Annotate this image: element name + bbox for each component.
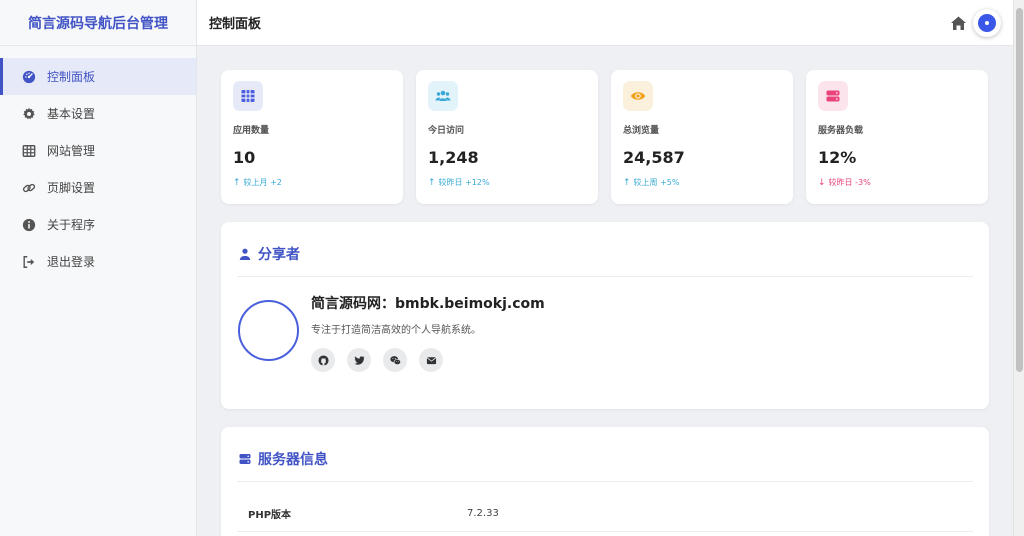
sharer-name[interactable]: 简言源码网：bmbk.beimokj.com: [311, 293, 545, 313]
divider: [237, 481, 973, 482]
sidebar-item-dashboard[interactable]: 控制面板: [0, 58, 196, 95]
info-value: 7.2.33: [467, 507, 499, 519]
arrow-down-icon: ↓: [818, 177, 826, 188]
avatar: [238, 300, 299, 361]
sidebar-item-basic-settings[interactable]: 基本设置: [0, 95, 196, 132]
stat-trend: ↓ 较昨日 -3%: [818, 177, 871, 188]
stat-value: 24,587: [623, 148, 685, 167]
divider: [237, 531, 973, 532]
stat-card-pageviews: 总浏览量 24,587 ↑ 较上周 +5%: [611, 70, 793, 204]
sidebar-item-site-management[interactable]: 网站管理: [0, 132, 196, 169]
server-icon: [239, 454, 251, 464]
arrow-up-icon: ↑: [623, 177, 631, 188]
arrow-up-icon: ↑: [428, 177, 436, 188]
top-header: 控制面板: [197, 0, 1013, 46]
scrollbar-thumb[interactable]: [1016, 8, 1023, 372]
sidebar-item-logout[interactable]: 退出登录: [0, 243, 196, 280]
sidebar-item-footer-settings[interactable]: 页脚设置: [0, 169, 196, 206]
stat-label: 今日访问: [428, 126, 465, 136]
stat-value: 12%: [818, 148, 857, 167]
stat-card-visits: 今日访问 1,248 ↑ 较昨日 +12%: [416, 70, 598, 204]
stat-label: 总浏览量: [623, 126, 660, 136]
page-scrollbar[interactable]: [1013, 0, 1024, 536]
stat-label: 应用数量: [233, 126, 270, 136]
user-icon: [239, 248, 251, 260]
github-icon[interactable]: [311, 348, 335, 372]
sidebar-item-label: 退出登录: [47, 255, 96, 269]
sidebar-item-label: 基本设置: [47, 107, 96, 121]
sidebar-item-label: 页脚设置: [47, 181, 96, 195]
server-icon: [818, 81, 848, 111]
sidebar-item-label: 控制面板: [47, 70, 96, 84]
social-links: [311, 348, 455, 372]
panel-title: 服务器信息: [239, 449, 328, 469]
stat-label: 服务器负载: [818, 126, 864, 136]
email-icon[interactable]: [419, 348, 443, 372]
wechat-icon[interactable]: [383, 348, 407, 372]
stat-card-apps: 应用数量 10 ↑ 较上月 +2: [221, 70, 403, 204]
dashboard-icon: [22, 70, 36, 84]
sharer-description: 专注于打造简洁高效的个人导航系统。: [311, 325, 481, 336]
grid-icon: [233, 81, 263, 111]
stat-value: 10: [233, 148, 256, 167]
sidebar-item-label: 关于程序: [47, 218, 96, 232]
stat-trend: ↑ 较昨日 +12%: [428, 177, 490, 188]
logout-icon: [22, 255, 36, 269]
arrow-up-icon: ↑: [233, 177, 241, 188]
stat-value: 1,248: [428, 148, 479, 167]
page-title: 控制面板: [209, 17, 262, 32]
stat-trend: ↑ 较上月 +2: [233, 177, 282, 188]
eye-icon: [623, 81, 653, 111]
table-row: PHP版本 7.2.33: [237, 495, 973, 531]
sidebar-nav: 控制面板 基本设置 网站管理 页脚设置 关于程序 退出登录: [0, 46, 196, 280]
avatar-icon: [978, 14, 996, 32]
grid-icon: [22, 144, 36, 158]
divider: [237, 276, 973, 277]
sidebar-item-about[interactable]: 关于程序: [0, 206, 196, 243]
info-icon: [22, 218, 36, 232]
panel-title: 分享者: [239, 244, 300, 264]
brand-title[interactable]: 简言源码导航后台管理: [0, 0, 196, 46]
link-icon: [22, 181, 36, 195]
stat-trend: ↑ 较上周 +5%: [623, 177, 680, 188]
info-key: PHP版本: [248, 509, 292, 521]
twitter-icon[interactable]: [347, 348, 371, 372]
gear-icon: [22, 107, 36, 121]
home-icon[interactable]: [950, 15, 967, 31]
sidebar-item-label: 网站管理: [47, 144, 96, 158]
users-icon: [428, 81, 458, 111]
server-info-panel: 服务器信息 PHP版本 7.2.33: [221, 427, 989, 536]
avatar-button[interactable]: [973, 9, 1001, 37]
sidebar: 简言源码导航后台管理 控制面板 基本设置 网站管理 页脚设置 关于程序 退出登录: [0, 0, 197, 536]
stat-card-server-load: 服务器负载 12% ↓ 较昨日 -3%: [806, 70, 988, 204]
sharer-panel: 分享者 简言源码网：bmbk.beimokj.com 专注于打造简洁高效的个人导…: [221, 222, 989, 409]
